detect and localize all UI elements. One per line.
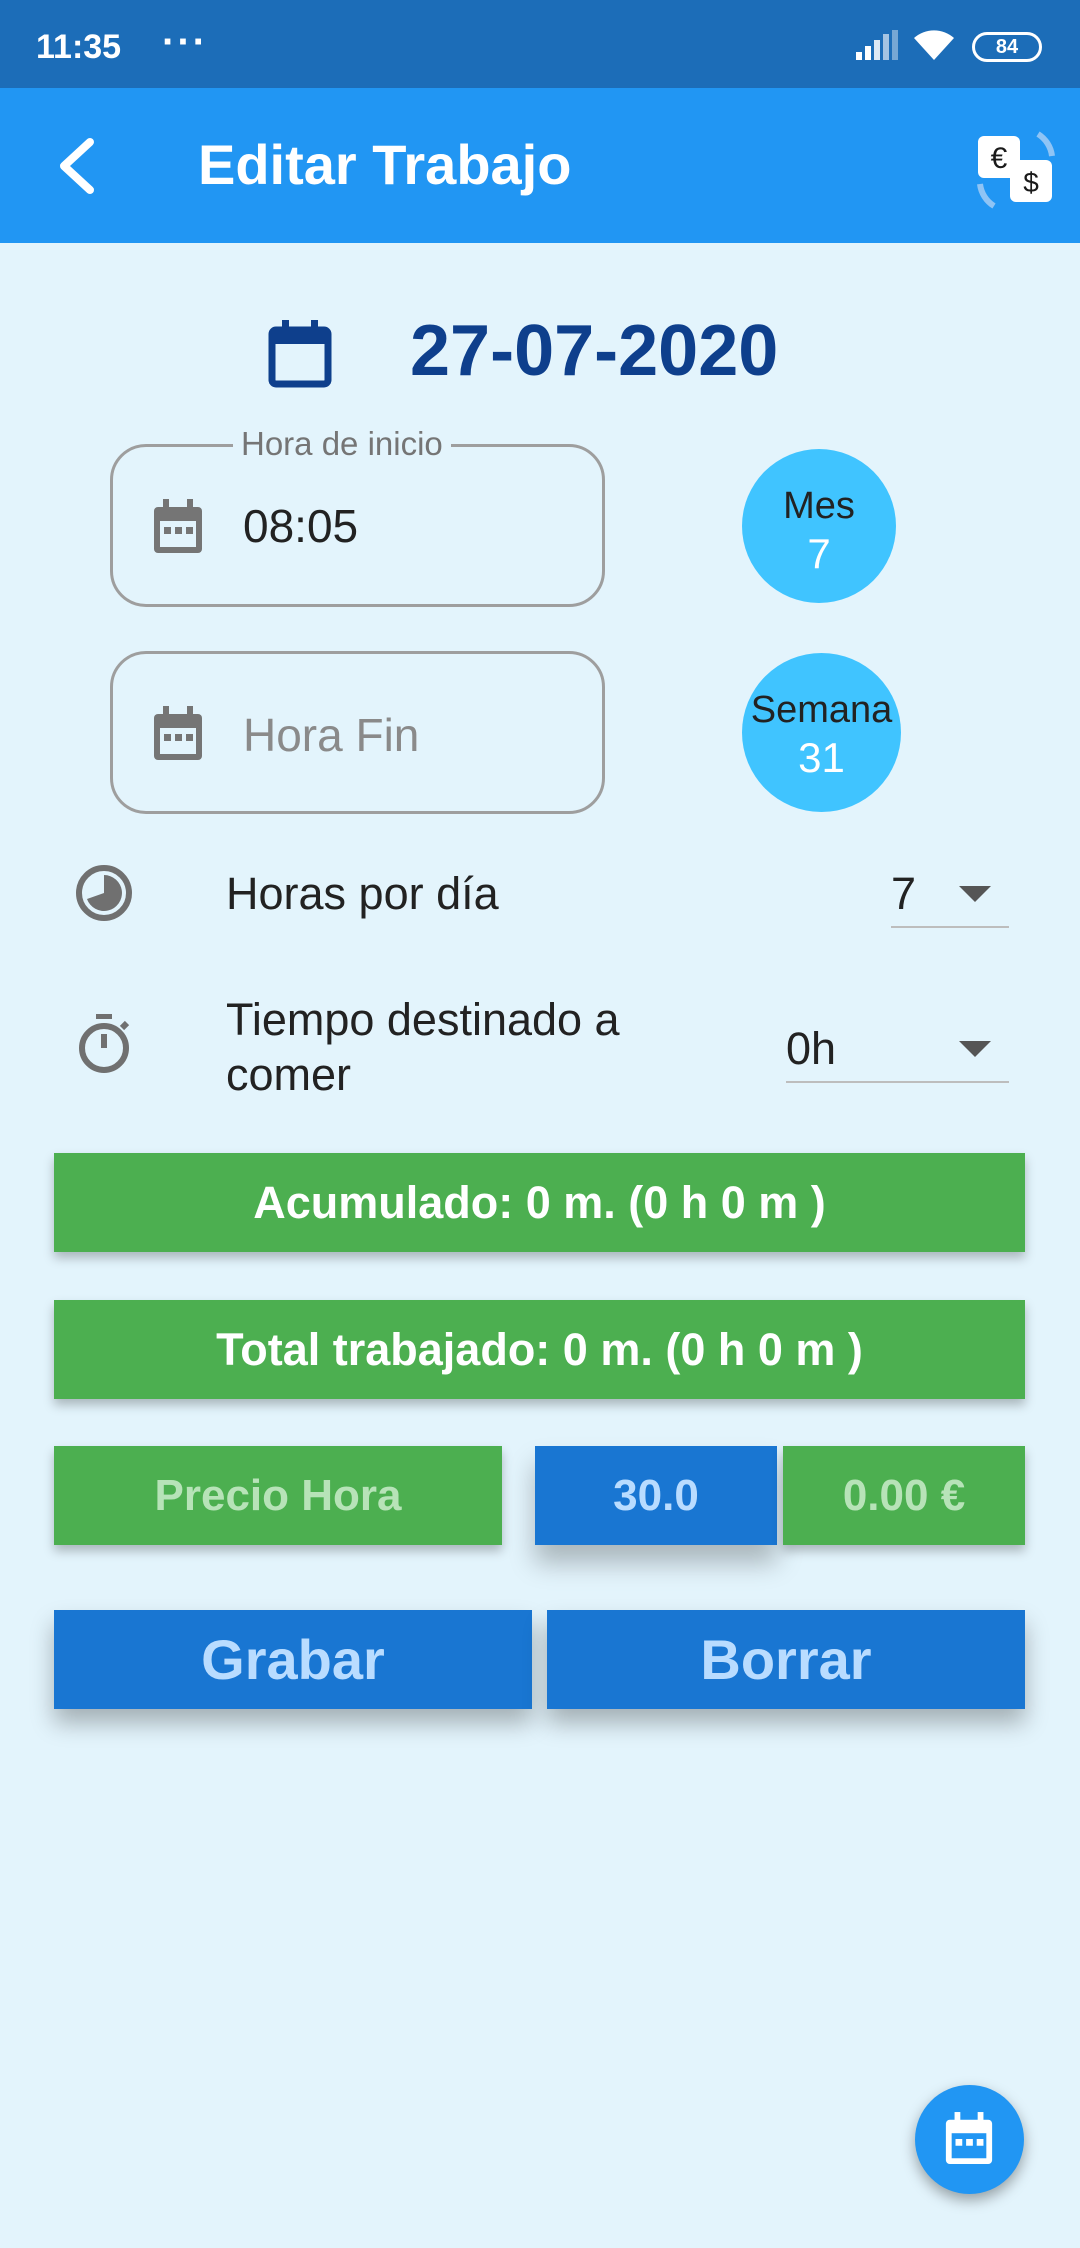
battery-indicator: 84 bbox=[972, 32, 1042, 62]
calendar-icon bbox=[154, 706, 202, 760]
hourly-price-label: Precio Hora bbox=[54, 1446, 502, 1545]
end-time-placeholder: Hora Fin bbox=[243, 709, 420, 761]
status-time: 11:35 bbox=[36, 28, 122, 66]
week-label: Semana bbox=[750, 689, 893, 731]
svg-text:$: $ bbox=[1023, 167, 1039, 198]
calendar-fab-button[interactable] bbox=[915, 2085, 1024, 2194]
lunch-time-label-line2: comer bbox=[226, 1049, 352, 1100]
delete-button[interactable]: Borrar bbox=[547, 1610, 1025, 1709]
end-time-field[interactable]: Hora Fin bbox=[110, 651, 605, 814]
lunch-time-value: 0h bbox=[786, 1023, 837, 1074]
calendar-icon[interactable] bbox=[268, 320, 332, 388]
hours-per-day-dropdown[interactable]: 7 bbox=[891, 868, 1009, 928]
start-time-label: Hora de inicio bbox=[233, 425, 451, 463]
amount-total: 0.00 € bbox=[783, 1446, 1025, 1545]
signal-icon bbox=[856, 30, 898, 60]
lunch-time-dropdown[interactable]: 0h bbox=[786, 1023, 1009, 1083]
start-time-field[interactable]: Hora de inicio 08:05 bbox=[110, 425, 605, 607]
save-button[interactable]: Grabar bbox=[54, 1610, 532, 1709]
week-badge: Semana 31 bbox=[742, 653, 901, 812]
start-time-value: 08:05 bbox=[243, 500, 359, 552]
hours-per-day-value: 7 bbox=[891, 868, 917, 919]
selected-date[interactable]: 27-07-2020 bbox=[410, 310, 778, 392]
back-arrow-icon[interactable] bbox=[50, 134, 110, 198]
timer-icon bbox=[79, 1014, 130, 1073]
month-value: 7 bbox=[807, 530, 831, 577]
page-title: Editar Trabajo bbox=[198, 133, 572, 196]
month-label: Mes bbox=[783, 485, 855, 527]
calendar-icon bbox=[154, 499, 202, 553]
status-bar: 11:35 ··· 84 bbox=[0, 0, 1080, 88]
lunch-time-label-line1: Tiempo destinado a bbox=[226, 994, 620, 1045]
lunch-time-label: Tiempo destinado a comer bbox=[226, 992, 620, 1102]
total-worked-bar: Total trabajado: 0 m. (0 h 0 m ) bbox=[54, 1300, 1025, 1399]
app-bar: Editar Trabajo € $ bbox=[0, 88, 1080, 243]
svg-text:€: € bbox=[991, 142, 1008, 175]
week-value: 31 bbox=[798, 734, 845, 781]
status-more-icon: ··· bbox=[162, 20, 208, 64]
chevron-down-icon bbox=[959, 886, 991, 902]
hourly-rate-input[interactable]: 30.0 bbox=[535, 1446, 777, 1545]
currency-exchange-icon[interactable]: € $ bbox=[976, 130, 1056, 210]
chevron-down-icon bbox=[959, 1041, 991, 1057]
wifi-icon bbox=[914, 30, 954, 60]
accumulated-bar: Acumulado: 0 m. (0 h 0 m ) bbox=[54, 1153, 1025, 1252]
calendar-icon bbox=[945, 2112, 993, 2165]
month-badge: Mes 7 bbox=[742, 449, 896, 603]
hours-per-day-label: Horas por día bbox=[226, 868, 499, 919]
date-row[interactable]: 27-07-2020 bbox=[0, 310, 1080, 392]
clock-icon bbox=[76, 865, 132, 921]
